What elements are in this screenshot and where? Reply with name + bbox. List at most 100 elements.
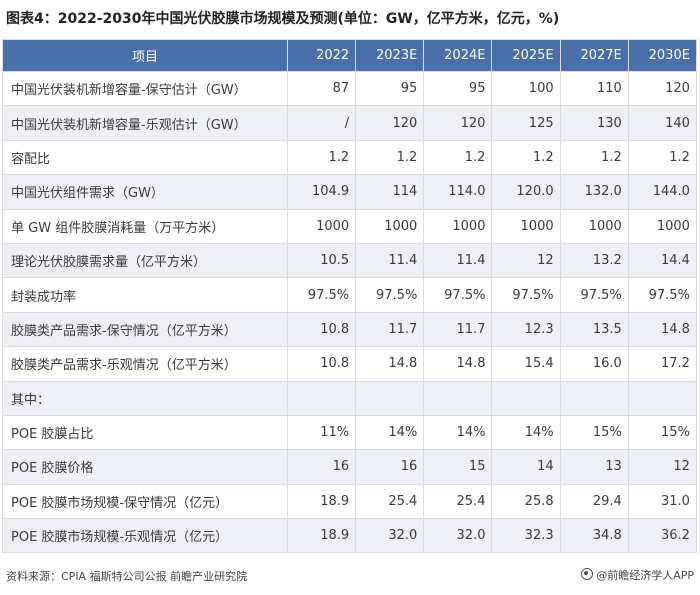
row-label-cell: POE 胶膜占比 [2,414,288,451]
value-cell: 130 [559,105,629,141]
value-cell: 100 [491,70,561,107]
value-cell: 120 [423,105,493,141]
table-row: 容配比 1.2 1.2 1.2 1.2 1.2 1.2 [2,139,697,176]
value-cell: 14% [423,414,493,451]
value-cell: 13 [559,449,629,485]
value-cell: 1.2 [355,139,425,176]
table-row: 理论光伏胶膜需求量（亿平方米） 10.5 11.4 11.4 12 13.2 14.4 [2,242,697,279]
row-label-cell: POE 胶膜市场规模-保守情况（亿元） [2,483,288,520]
value-cell: 97.5% [423,277,493,313]
brand-credit: @前瞻经济学人APP [581,567,694,583]
value-cell: 11.7 [355,311,425,348]
value-cell: 104.9 [286,174,357,210]
value-cell: 12.3 [491,311,561,348]
value-cell: 1000 [491,208,561,244]
value-cell: 14 [491,449,561,485]
value-cell: 18.9 [286,518,357,554]
value-cell: 13.2 [559,242,629,279]
value-cell: 32.0 [423,518,493,554]
value-cell: 12 [627,449,697,485]
header-cell-item: 项目 [2,39,288,72]
table-row: POE 胶膜市场规模-乐观情况（亿元） 18.9 32.0 32.0 32.3 34.8 3… [2,518,697,554]
brand-text: @前瞻经济学人APP [596,569,694,582]
value-cell: 1.2 [559,139,629,176]
row-label-cell: 封装成功率 [2,277,288,313]
table-row: 胶膜类产品需求-乐观情况（亿平方米） 10.8 14.8 14.8 15.4 16.0 17… [2,346,697,382]
value-cell: 25.4 [355,483,425,520]
value-cell: 144.0 [627,174,697,210]
value-cell: 13.5 [559,311,629,348]
row-label-cell: 容配比 [2,139,288,176]
value-cell: 16.0 [559,346,629,382]
value-cell: 14% [355,414,425,451]
value-cell: 1000 [627,208,697,244]
value-cell: 16 [286,449,357,485]
value-cell: 12 [491,242,561,279]
table-row: POE 胶膜价格 16 16 15 14 13 12 [2,449,697,485]
value-cell: 120.0 [491,174,561,210]
value-cell: 1.2 [627,139,697,176]
value-cell: 11.4 [423,242,493,279]
value-cell: 32.0 [355,518,425,554]
table-row: POE 胶膜市场规模-保守情况（亿元） 18.9 25.4 25.4 25.8 29.4 3… [2,483,697,520]
value-cell: 11.7 [423,311,493,348]
value-cell: 1000 [423,208,493,244]
value-cell [491,380,561,416]
row-label-cell: 中国光伏组件需求（GW） [2,174,288,210]
value-cell: 132.0 [559,174,629,210]
value-cell: 1.2 [491,139,561,176]
value-cell: 140 [627,105,697,141]
source-note: 资料来源：CPIA 福斯特公司公报 前瞻产业研究院 [6,570,248,583]
value-cell: 95 [355,70,425,107]
chart-title: 图表4：2022-2030年中国光伏胶膜市场规模及预测(单位：GW，亿平方米，亿… [6,11,560,27]
value-cell: 125 [491,105,561,141]
row-label-cell: 单 GW 组件胶膜消耗量（万平方米） [2,208,288,244]
value-cell: 15.4 [491,346,561,382]
value-cell [355,380,425,416]
row-label-cell: 胶膜类产品需求-乐观情况（亿平方米） [2,346,288,382]
value-cell: 95 [423,70,493,107]
row-label-cell: POE 胶膜价格 [2,449,288,485]
table-row: 胶膜类产品需求-保守情况（亿平方米） 10.8 11.7 11.7 12.3 13.5 14… [2,311,697,348]
row-label-cell: 理论光伏胶膜需求量（亿平方米） [2,242,288,279]
value-cell: 34.8 [559,518,629,554]
header-cell-2024e: 2024E [423,39,493,72]
value-cell: 25.4 [423,483,493,520]
table-row: 其中： [2,380,697,416]
brand-logo-icon [581,568,594,580]
value-cell: 114 [355,174,425,210]
value-cell: 1.2 [423,139,493,176]
value-cell: 29.4 [559,483,629,520]
value-cell: 97.5% [491,277,561,313]
value-cell: 11% [286,414,357,451]
header-cell-2023e: 2023E [355,39,425,72]
table-row: 中国光伏装机新增容量-乐观估计（GW）/120 120 125 130 140 [2,105,697,141]
table-body: 中国光伏装机新增容量-保守估计（GW） 87 95 95 100 110 120 中国光伏装机… [2,70,697,554]
value-cell: 1.2 [286,139,357,176]
value-cell: 14.4 [627,242,697,279]
table-row: POE 胶膜占比 11% 14% 14% 14% 15% 15% [2,414,697,451]
value-cell [286,380,357,416]
value-cell: 15 [423,449,493,485]
value-cell [559,380,629,416]
row-label-cell: 中国光伏装机新增容量-乐观估计（GW） [2,105,288,141]
value-cell: 15% [627,414,697,451]
value-cell: 1000 [286,208,357,244]
row-label-cell: POE 胶膜市场规模-乐观情况（亿元） [2,518,288,554]
value-cell: 16 [355,449,425,485]
value-cell: 32.3 [491,518,561,554]
header-cell-2025e: 2025E [491,39,561,72]
data-table-container: 项目 2022 2023E 2024E 2025E 2027E 2030E 中国… [2,39,697,554]
value-cell: 36.2 [627,518,697,554]
table-row: 中国光伏组件需求（GW） 104.9 114 114.0 120.0 132.0 144.0 [2,174,697,210]
value-cell: 11.4 [355,242,425,279]
value-cell: 10.5 [286,242,357,279]
header-cell-2027e: 2027E [559,39,629,72]
data-table: 项目 2022 2023E 2024E 2025E 2027E 2030E 中国… [2,39,697,554]
table-row: 单 GW 组件胶膜消耗量（万平方米） 1000 1000 1000 1000 1000 10… [2,208,697,244]
row-label-cell: 中国光伏装机新增容量-保守估计（GW） [2,70,288,107]
value-cell: 18.9 [286,483,357,520]
value-cell: 97.5% [286,277,357,313]
value-cell: 10.8 [286,346,357,382]
header-cell-2030e: 2030E [627,39,697,72]
